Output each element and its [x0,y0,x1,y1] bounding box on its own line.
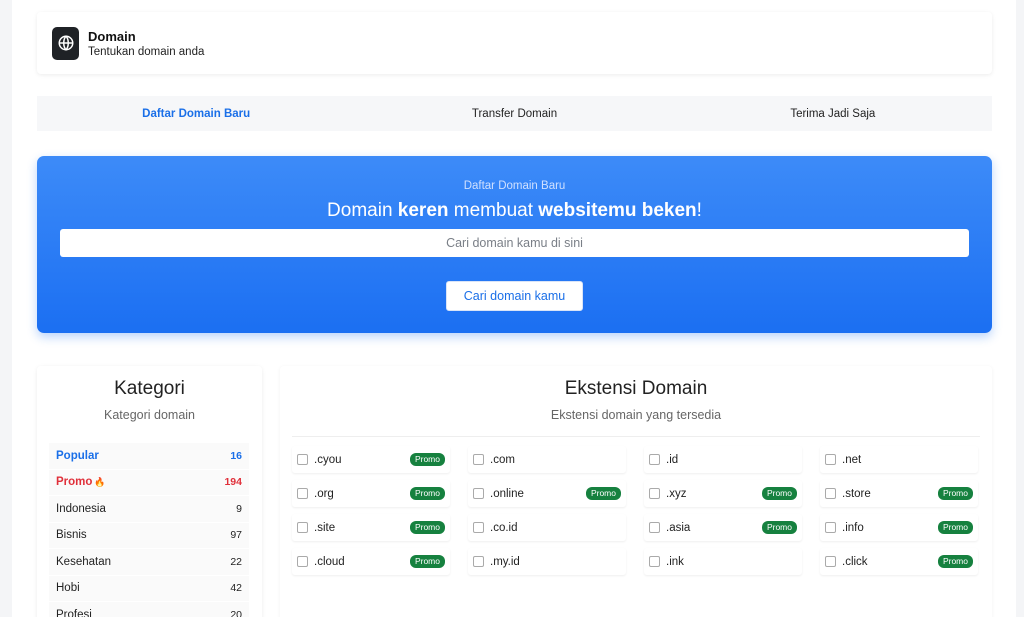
category-item-kesehatan[interactable]: Kesehatan 22 [49,549,249,576]
tab-terima-jadi-saja[interactable]: Terima Jadi Saja [674,108,992,120]
promo-badge: Promo [409,555,445,568]
extension-checkbox[interactable] [825,556,836,567]
extension-checkbox[interactable] [473,522,484,533]
extension-checkbox[interactable] [297,488,308,499]
extension-item-site[interactable]: .site Promo [292,514,450,541]
extension-item-org[interactable]: .org Promo [292,480,450,507]
extension-checkbox[interactable] [825,488,836,499]
extension-name: .cyou [314,453,342,466]
extension-item-co-id[interactable]: .co.id [468,514,626,541]
category-panel: Kategori Kategori domain Popular 16 Prom… [37,366,262,617]
promo-badge: Promo [937,555,973,568]
extension-checkbox[interactable] [825,454,836,465]
extension-item-com[interactable]: .com [468,446,626,473]
tab-daftar-domain-baru[interactable]: Daftar Domain Baru [37,108,355,120]
extension-checkbox[interactable] [649,488,660,499]
domain-search-input[interactable] [60,229,969,257]
extension-name: .com [490,453,515,466]
extension-checkbox[interactable] [649,454,660,465]
divider [292,436,980,437]
promo-badge: Promo [409,487,445,500]
category-item-hobi[interactable]: Hobi 42 [49,575,249,602]
extension-panel: Ekstensi Domain Ekstensi domain yang ter… [280,366,992,617]
extension-name: .info [842,521,864,534]
promo-badge: Promo [761,487,797,500]
extension-name: .xyz [666,487,687,500]
domain-header: Domain Tentukan domain anda [37,12,992,74]
extension-grid: .cyou Promo .com .id .net .org Promo .online Pro… [292,446,984,575]
extension-item-cyou[interactable]: .cyou Promo [292,446,450,473]
hero-kicker: Daftar Domain Baru [463,180,566,192]
fire-icon: 🔥 [94,477,106,488]
promo-badge: Promo [937,521,973,534]
extension-name: .my.id [490,555,520,568]
extension-item-cloud[interactable]: .cloud Promo [292,548,450,575]
extension-checkbox[interactable] [473,454,484,465]
extension-item-info[interactable]: .info Promo [820,514,978,541]
header-subtitle: Tentukan domain anda [88,45,205,58]
category-item-popular[interactable]: Popular 16 [49,443,249,470]
promo-badge: Promo [409,453,445,466]
header-title: Domain [88,28,136,44]
extension-subtitle: Ekstensi domain yang tersedia [550,408,722,422]
extension-name: .co.id [490,521,518,534]
extension-name: .online [490,487,524,500]
extension-item-id[interactable]: .id [644,446,802,473]
domain-tabs: Daftar Domain Baru Transfer Domain Terim… [37,96,992,131]
category-count: 42 [230,582,242,595]
extension-name: .asia [666,521,691,534]
extension-item-net[interactable]: .net [820,446,978,473]
search-domain-button[interactable]: Cari domain kamu [446,281,583,311]
extension-name: .click [842,555,868,568]
extension-name: .org [314,487,334,500]
category-count: 194 [224,476,242,489]
category-item-indonesia[interactable]: Indonesia 9 [49,496,249,523]
extension-checkbox[interactable] [297,522,308,533]
extension-item-my-id[interactable]: .my.id [468,548,626,575]
category-item-bisnis[interactable]: Bisnis 97 [49,522,249,549]
category-item-profesi[interactable]: Profesi 20 [49,602,249,617]
extension-item-xyz[interactable]: .xyz Promo [644,480,802,507]
extension-title: Ekstensi Domain [564,378,708,399]
extension-name: .cloud [314,555,345,568]
category-count: 97 [230,529,242,542]
tab-transfer-domain[interactable]: Transfer Domain [355,108,673,120]
page: Domain Tentukan domain anda Daftar Domai… [12,0,1016,617]
category-count: 20 [230,608,242,617]
category-title: Kategori [114,378,185,399]
extension-item-store[interactable]: .store Promo [820,480,978,507]
category-list: Popular 16 Promo 🔥 194 Indonesia 9 Bisnis… [49,443,249,617]
extension-item-click[interactable]: .click Promo [820,548,978,575]
category-item-promo[interactable]: Promo 🔥 194 [49,469,249,496]
extension-checkbox[interactable] [297,454,308,465]
promo-badge: Promo [409,521,445,534]
extension-checkbox[interactable] [297,556,308,567]
category-count: 16 [230,449,242,462]
category-count: 22 [230,555,242,568]
extension-item-asia[interactable]: .asia Promo [644,514,802,541]
extension-name: .id [666,453,679,466]
extension-checkbox[interactable] [649,556,660,567]
promo-badge: Promo [761,521,797,534]
extension-checkbox[interactable] [825,522,836,533]
extension-name: .store [842,487,871,500]
category-count: 9 [236,502,242,515]
extension-item-ink[interactable]: .ink [644,548,802,575]
extension-item-online[interactable]: .online Promo [468,480,626,507]
search-hero: Daftar Domain Baru Domain keren membuat … [37,156,992,333]
hero-title: Domain keren membuat websitemu beken! [327,200,702,221]
category-subtitle: Kategori domain [103,408,196,422]
extension-checkbox[interactable] [649,522,660,533]
globe-icon [52,26,79,60]
extension-name: .ink [666,555,684,568]
extension-checkbox[interactable] [473,488,484,499]
extension-checkbox[interactable] [473,556,484,567]
promo-badge: Promo [937,487,973,500]
extension-name: .site [314,521,336,534]
extension-name: .net [842,453,862,466]
promo-badge: Promo [585,487,621,500]
